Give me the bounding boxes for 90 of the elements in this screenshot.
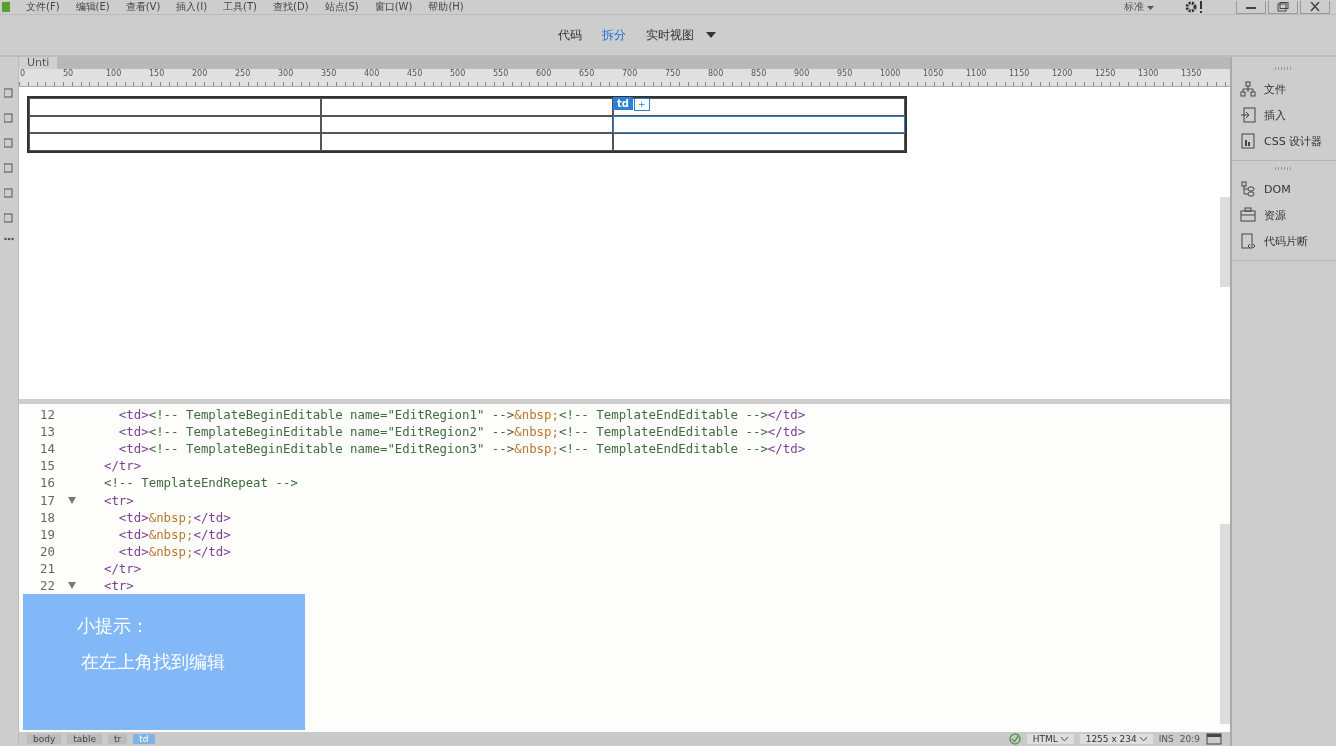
fold-arrow-icon[interactable] [68,582,76,589]
code-line: <tr> [102,492,134,508]
tag-badge[interactable]: td [613,96,633,110]
panel-item[interactable]: 插入 [1232,102,1336,128]
panel-item[interactable]: DOM [1232,176,1336,202]
sitemap-icon [1240,81,1256,97]
line-number: 17 [39,492,55,508]
menu-item[interactable]: 站点(S) [324,0,359,14]
menu-item[interactable]: 帮助(H) [428,0,464,14]
line-number: 15 [39,458,55,474]
code-line: <td><!-- TemplateBeginEditable name="EditRegion2" -->&nbsp;<!-- TemplateEndEditable --></td> [117,424,806,440]
code-line: </tr> [102,560,142,576]
line-number: 19 [39,526,55,542]
briefcase-icon [1240,207,1256,223]
breadcrumb-tag[interactable]: tr [108,734,128,744]
table-cell[interactable] [29,98,321,116]
tool-icon[interactable] [4,162,14,174]
menu-item[interactable]: 查找(D) [273,0,309,14]
snippet-icon [1240,233,1256,249]
tip-text: 在左上角找到编辑 [81,650,225,674]
workspace-dropdown[interactable]: 标准 [1109,0,1168,14]
app-logo-icon [2,2,10,12]
doctype-dropdown[interactable]: HTML [1026,734,1074,744]
line-number: 18 [39,509,55,525]
caret-icon[interactable] [706,32,716,38]
code-line: <td>&nbsp;</td> [117,526,231,542]
caret-icon [1147,6,1154,10]
code-line: <td><!-- TemplateBeginEditable name="EditRegion1" -->&nbsp;<!-- TemplateEndEditable --></td> [117,407,806,423]
panel-item[interactable]: 文件 [1232,76,1336,102]
tool-icon[interactable] [4,187,14,199]
line-number: 16 [39,475,55,491]
tool-icon[interactable] [4,212,14,224]
code-line: <tr> [102,578,134,593]
fold-arrow-icon[interactable] [68,496,76,504]
tool-icon[interactable] [4,87,14,99]
code-line: <!-- TemplateEndRepeat --> [102,475,298,491]
close-button[interactable] [1300,0,1330,14]
tree-icon [1240,181,1256,197]
table-cell[interactable] [321,133,613,151]
code-line: </tr> [102,458,142,474]
insert-mode: INS [1158,734,1174,744]
table-cell[interactable] [321,98,613,116]
restore-icon [1277,1,1289,12]
table-cell[interactable] [613,98,905,116]
code-line: <td>&nbsp;</td> [117,543,231,559]
tool-icon[interactable] [4,112,14,124]
breadcrumb-tag[interactable]: table [67,734,103,744]
line-number: 21 [39,560,55,576]
table-cell[interactable] [321,115,613,134]
panel-item[interactable]: 代码片断 [1232,228,1336,254]
cursor-position: 20:9 [1179,734,1200,744]
panel-item[interactable]: 资源 [1232,202,1336,228]
panel-item[interactable]: CSS 设计器 [1232,128,1336,154]
view-tab[interactable]: 实时视图 [638,24,702,46]
chevron-icon [1139,737,1147,742]
scrollbar-thumb[interactable] [1220,197,1230,287]
minimize-button[interactable] [1236,0,1266,14]
ruler: 0 50 100 150 200 250 300 350 400 450 500 550 600 650 700 750 800 850 900 950 1000 1050 1100 1150 1200 1250 1300 1350 [19,69,1230,87]
line-number: 14 [39,441,55,457]
insert-icon [1240,107,1256,123]
chevron-icon [1060,737,1068,742]
tip-title: 小提示： [77,614,149,638]
more-icon[interactable] [4,237,14,241]
menu-item[interactable]: 编辑(E) [75,0,110,14]
check-icon [1008,733,1021,745]
breadcrumb-tag[interactable]: body [27,734,62,744]
code-line: <td>&nbsp;</td> [117,509,231,525]
scrollbar-thumb[interactable] [1220,524,1230,724]
menu-item[interactable]: 插入(I) [176,0,208,14]
line-number: 12 [39,407,55,423]
window-icon[interactable] [1206,733,1222,745]
line-number: 20 [39,543,55,559]
table-cell[interactable] [29,133,321,151]
menu-item[interactable]: 工具(T) [223,0,258,14]
code-line: <td><!-- TemplateBeginEditable name="EditRegion3" -->&nbsp;<!-- TemplateEndEditable --></td> [117,441,806,457]
add-button[interactable]: + [634,97,650,111]
document-tab[interactable]: Unti [19,57,58,69]
view-tab[interactable]: 代码 [550,24,590,46]
menu-item[interactable]: 窗口(W) [374,0,413,14]
close-icon [1309,1,1321,12]
chart-document-icon [1240,133,1256,149]
tool-icon[interactable] [4,137,14,149]
line-number: 13 [39,424,55,440]
menu-item[interactable]: 文件(F) [26,0,60,14]
restore-button[interactable] [1268,0,1298,14]
size-dropdown[interactable]: 1255 x 234 [1079,734,1153,744]
line-number: 22 [39,578,55,593]
table-cell[interactable] [613,133,905,151]
table-cell[interactable] [29,115,321,134]
menu-item[interactable]: 查看(V) [125,0,161,14]
